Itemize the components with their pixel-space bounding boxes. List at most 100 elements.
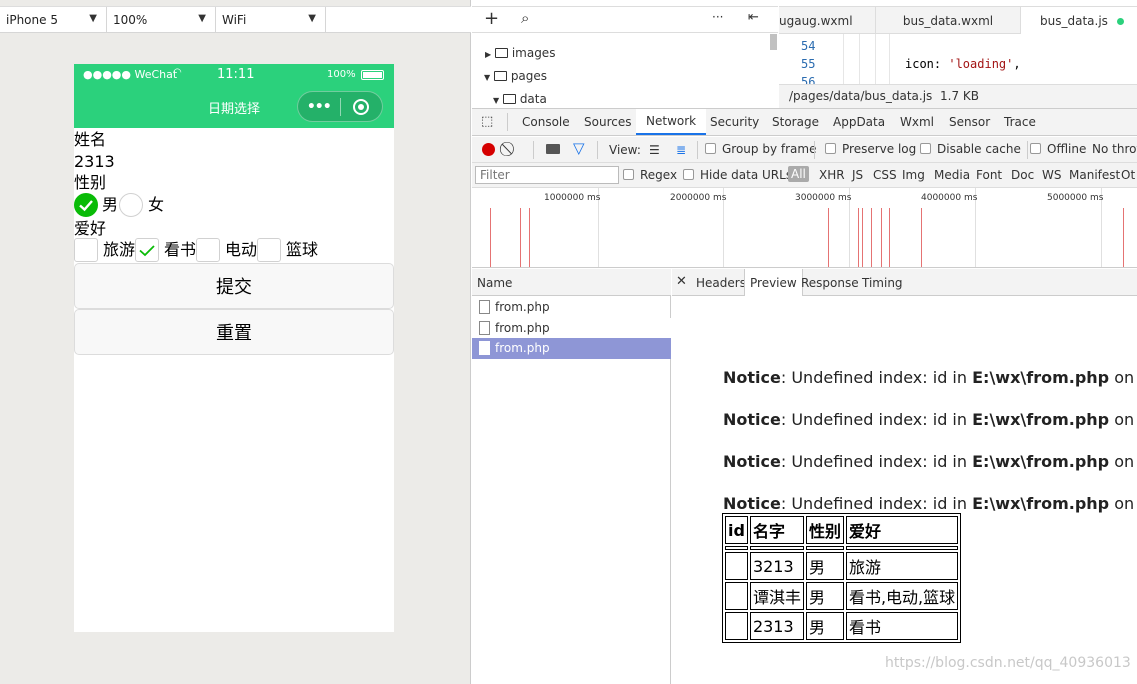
filter-font[interactable]: Font <box>976 168 1002 182</box>
filter-js[interactable]: JS <box>852 168 863 182</box>
tree-item-images[interactable]: ▶ images <box>485 46 555 60</box>
table-cell: 男 <box>805 612 844 640</box>
filter-img[interactable]: Img <box>902 168 925 182</box>
offline-checkbox[interactable]: Offline <box>1030 142 1086 156</box>
table-cell <box>725 546 748 550</box>
timeline-tick: 5000000 ms <box>1047 193 1104 203</box>
editor-tab[interactable]: bus_data.wxml <box>875 7 1020 34</box>
checkbox-gaming[interactable] <box>196 238 220 262</box>
editor-tab-label: bus_data.wxml <box>902 13 994 28</box>
checkbox-reading[interactable] <box>135 238 159 262</box>
tab-response[interactable]: Response <box>801 276 859 290</box>
search-icon[interactable]: ⌕ <box>521 9 529 27</box>
timeline-tick: 4000000 ms <box>921 193 978 203</box>
notice-line: Notice: Undefined index: id in E:\wx\fro… <box>723 410 1137 429</box>
waterfall-view-icon[interactable]: ≣ <box>676 143 686 157</box>
submit-button[interactable]: 提交 <box>74 263 394 309</box>
simulator-toolbar: iPhone 5 ▼ 100% ▼ WiFi ▼ <box>0 6 471 33</box>
scrollbar[interactable] <box>770 34 777 50</box>
file-path: /pages/data/bus_data.js <box>789 89 933 103</box>
name-value[interactable]: 2313 <box>74 151 115 172</box>
nav-bar: 日期选择 ••• <box>74 86 394 128</box>
list-view-icon[interactable]: ☰ <box>649 143 660 157</box>
folder-open-icon <box>502 94 516 104</box>
group-by-frame-checkbox[interactable]: Group by frame <box>705 142 816 156</box>
tab-storage[interactable]: Storage <box>772 109 819 135</box>
checkbox-basketball[interactable] <box>257 238 281 262</box>
hide-data-urls-checkbox[interactable]: Hide data URLs <box>683 168 792 182</box>
tab-security[interactable]: Security <box>710 109 759 135</box>
radio-female-label: 女 <box>148 195 165 214</box>
tab-trace[interactable]: Trace <box>1004 109 1036 135</box>
checkbox-travel[interactable] <box>74 238 98 262</box>
tree-item-pages[interactable]: ▼ pages <box>484 69 547 83</box>
request-row[interactable]: from.php <box>472 318 671 339</box>
phone-screen: ●●●●● WeChat ◠ 11:11 100% 日期选择 ••• 姓名 23… <box>74 64 394 632</box>
editor-tab-active[interactable]: bus_data.js <box>1020 7 1137 35</box>
timeline-tick: 3000000 ms <box>795 193 852 203</box>
name-column-header[interactable]: Name <box>472 269 671 296</box>
table-cell: 谭淇丰 <box>749 582 804 610</box>
table-cell <box>845 546 959 550</box>
throttle-select[interactable]: No throt <box>1092 142 1137 156</box>
radio-male[interactable] <box>74 193 98 217</box>
check-icon <box>139 245 155 257</box>
checkbox-basketball-label: 篮球 <box>286 240 319 259</box>
collapse-sidebar-icon[interactable]: ⇤ <box>748 10 759 25</box>
regex-checkbox[interactable]: Regex <box>623 168 677 182</box>
device-select[interactable]: iPhone 5 ▼ <box>0 7 107 33</box>
radio-female[interactable] <box>119 193 143 217</box>
camera-icon[interactable] <box>546 144 560 154</box>
tab-timing[interactable]: Timing <box>862 276 903 290</box>
notice-line: Notice: Undefined index: id in E:\wx\fro… <box>723 368 1137 387</box>
filter-doc[interactable]: Doc <box>1011 168 1034 182</box>
name-header-label: Name <box>477 276 513 290</box>
carrier-label: ●●●●● WeChat <box>83 68 178 81</box>
editor-tab-label: ugaug.wxml <box>779 13 853 28</box>
tab-wxml[interactable]: Wxml <box>900 109 934 135</box>
request-name: from.php <box>495 300 550 314</box>
filter-input[interactable] <box>475 166 619 184</box>
close-icon[interactable]: ✕ <box>676 274 687 289</box>
filter-xhr[interactable]: XHR <box>819 168 845 182</box>
editor-tab[interactable]: ugaug.wxml <box>779 7 875 34</box>
simulator-panel: iPhone 5 ▼ 100% ▼ WiFi ▼ ●●●●● WeChat ◠ … <box>0 0 471 684</box>
zoom-select[interactable]: 100% ▼ <box>107 7 216 33</box>
tab-sources[interactable]: Sources <box>584 109 631 135</box>
timeline-tick: 1000000 ms <box>544 193 601 203</box>
tab-network[interactable]: Network <box>636 109 707 135</box>
preserve-log-checkbox[interactable]: Preserve log <box>825 142 916 156</box>
request-row[interactable]: from.php <box>472 297 671 318</box>
tab-sensor[interactable]: Sensor <box>949 109 990 135</box>
record-icon[interactable] <box>482 143 495 156</box>
reset-button[interactable]: 重置 <box>74 309 394 355</box>
code-editor[interactable]: 54 55 56 icon: 'loading', <box>779 34 1137 85</box>
disable-cache-checkbox[interactable]: Disable cache <box>920 142 1021 156</box>
filter-all[interactable]: All <box>788 166 809 182</box>
zoom-select-value: 100% <box>113 13 148 27</box>
close-target-icon[interactable] <box>340 98 382 115</box>
table-header: id <box>725 516 748 544</box>
tree-item-label: images <box>511 46 556 60</box>
filter-icon[interactable]: ▽ <box>573 139 585 157</box>
more-dots-icon[interactable]: ••• <box>298 99 340 115</box>
filter-ws[interactable]: WS <box>1042 168 1061 182</box>
filter-manifest[interactable]: Manifest <box>1069 168 1120 182</box>
radio-male-label: 男 <box>102 195 119 214</box>
add-icon[interactable]: + <box>484 8 499 29</box>
tab-headers[interactable]: Headers <box>696 276 746 290</box>
notice-line: Notice: Undefined index: id in E:\wx\fro… <box>723 494 1137 513</box>
tab-console[interactable]: Console <box>522 109 570 135</box>
tree-item-data[interactable]: ▼ data <box>493 92 547 106</box>
inspect-icon[interactable]: ⬚ <box>481 114 493 129</box>
editor-tab-label: bus_data.js <box>1040 14 1108 28</box>
tab-preview[interactable]: Preview <box>744 269 803 296</box>
filter-css[interactable]: CSS <box>873 168 897 182</box>
filter-media[interactable]: Media <box>934 168 970 182</box>
request-row-selected[interactable]: from.php <box>472 338 671 359</box>
filter-other[interactable]: Ot <box>1121 168 1135 182</box>
network-select[interactable]: WiFi ▼ <box>216 7 326 33</box>
tab-appdata[interactable]: AppData <box>833 109 885 135</box>
more-icon[interactable]: ··· <box>712 10 723 24</box>
chevron-down-icon: ▼ <box>308 13 316 24</box>
